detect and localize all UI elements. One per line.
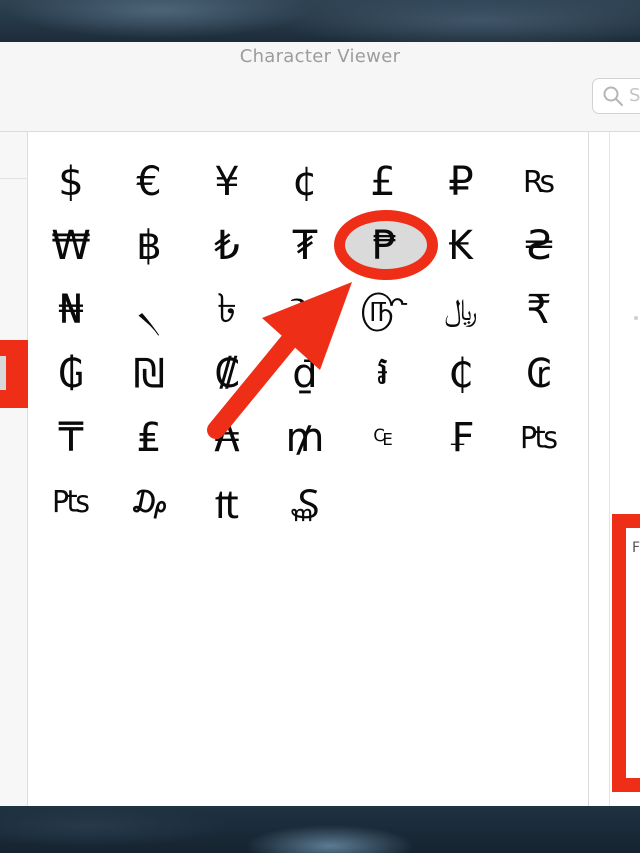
char-baht[interactable]: ฿ <box>110 214 188 278</box>
char-cruzeiro[interactable]: ₢ <box>500 342 578 406</box>
category-sidebar <box>0 132 28 806</box>
char-cedi[interactable]: ₵ <box>422 342 500 406</box>
char-riel[interactable]: ៛ <box>344 342 422 406</box>
sidebar-divider <box>0 178 28 179</box>
char-lira-sign[interactable]: ₤ <box>110 406 188 470</box>
char-tugrik[interactable]: ₮ <box>266 214 344 278</box>
char-naira[interactable]: ₦ <box>32 278 110 342</box>
char-dollar[interactable]: $ <box>32 150 110 214</box>
right-panel-dot <box>634 316 638 320</box>
char-won[interactable]: ₩ <box>32 214 110 278</box>
char-shekel[interactable]: ₪ <box>110 342 188 406</box>
search-placeholder: S <box>629 85 640 106</box>
char-indian-rupee[interactable]: ₹ <box>500 278 578 342</box>
char-euro-currency[interactable]: ₠ <box>344 406 422 470</box>
char-rupee-rs[interactable]: ₨ <box>500 150 578 214</box>
char-mill[interactable]: ₥ <box>266 406 344 470</box>
char-cent[interactable]: ¢ <box>266 150 344 214</box>
search-icon <box>603 86 623 106</box>
char-guarani[interactable]: ₲ <box>32 342 110 406</box>
window-title: Character Viewer <box>239 46 401 67</box>
char-ruble[interactable]: ₽ <box>422 150 500 214</box>
char-drachma[interactable]: ₯ <box>110 470 188 534</box>
info-panel-label: F <box>632 540 640 556</box>
char-franc[interactable]: ₣ <box>422 406 500 470</box>
char-pfennig[interactable]: ₧ <box>500 406 578 470</box>
char-bengali-rupee-mark[interactable]: ৲ <box>110 278 188 342</box>
char-bengali-rupee[interactable]: ৳ <box>188 278 266 342</box>
character-viewer-window: Character Viewer S $ € ¥ ¢ £ ₽ ₨ ₩ ฿ ₺ ₮… <box>0 42 640 806</box>
character-grid: $ € ¥ ¢ £ ₽ ₨ ₩ ฿ ₺ ₮ ₱ ₭ ₴ ₦ ৲ ৳ ૱ ௹ ﷼ … <box>28 132 588 806</box>
search-input[interactable]: S <box>592 78 640 114</box>
char-yen[interactable]: ¥ <box>188 150 266 214</box>
char-rial[interactable]: ﷼ <box>422 278 500 342</box>
desktop-wallpaper-top <box>0 0 640 42</box>
char-spesmilo[interactable]: ₷ <box>266 470 344 534</box>
sidebar-item-currency-symbols[interactable] <box>0 340 28 408</box>
char-gujarati-rupee[interactable]: ૱ <box>266 278 344 342</box>
char-austral[interactable]: ₳ <box>188 406 266 470</box>
char-kip[interactable]: ₭ <box>422 214 500 278</box>
char-lira[interactable]: ₺ <box>188 214 266 278</box>
title-bar: Character Viewer S <box>0 42 640 132</box>
right-panel-divider <box>609 132 610 806</box>
char-colon[interactable]: ₡ <box>188 342 266 406</box>
sidebar-selected-highlight <box>0 356 6 390</box>
char-peseta[interactable]: ₧ <box>32 470 110 534</box>
char-peso-selected[interactable]: ₱ <box>346 214 424 278</box>
char-euro[interactable]: € <box>110 150 188 214</box>
desktop-wallpaper-bottom <box>0 806 640 853</box>
char-hryvnia[interactable]: ₴ <box>500 214 578 278</box>
char-dong[interactable]: ₫ <box>266 342 344 406</box>
char-tenge[interactable]: ₸ <box>32 406 110 470</box>
char-livre-tournois[interactable]: ₶ <box>188 470 266 534</box>
char-tamil-rupee[interactable]: ௹ <box>344 278 422 342</box>
char-pound[interactable]: £ <box>344 150 422 214</box>
